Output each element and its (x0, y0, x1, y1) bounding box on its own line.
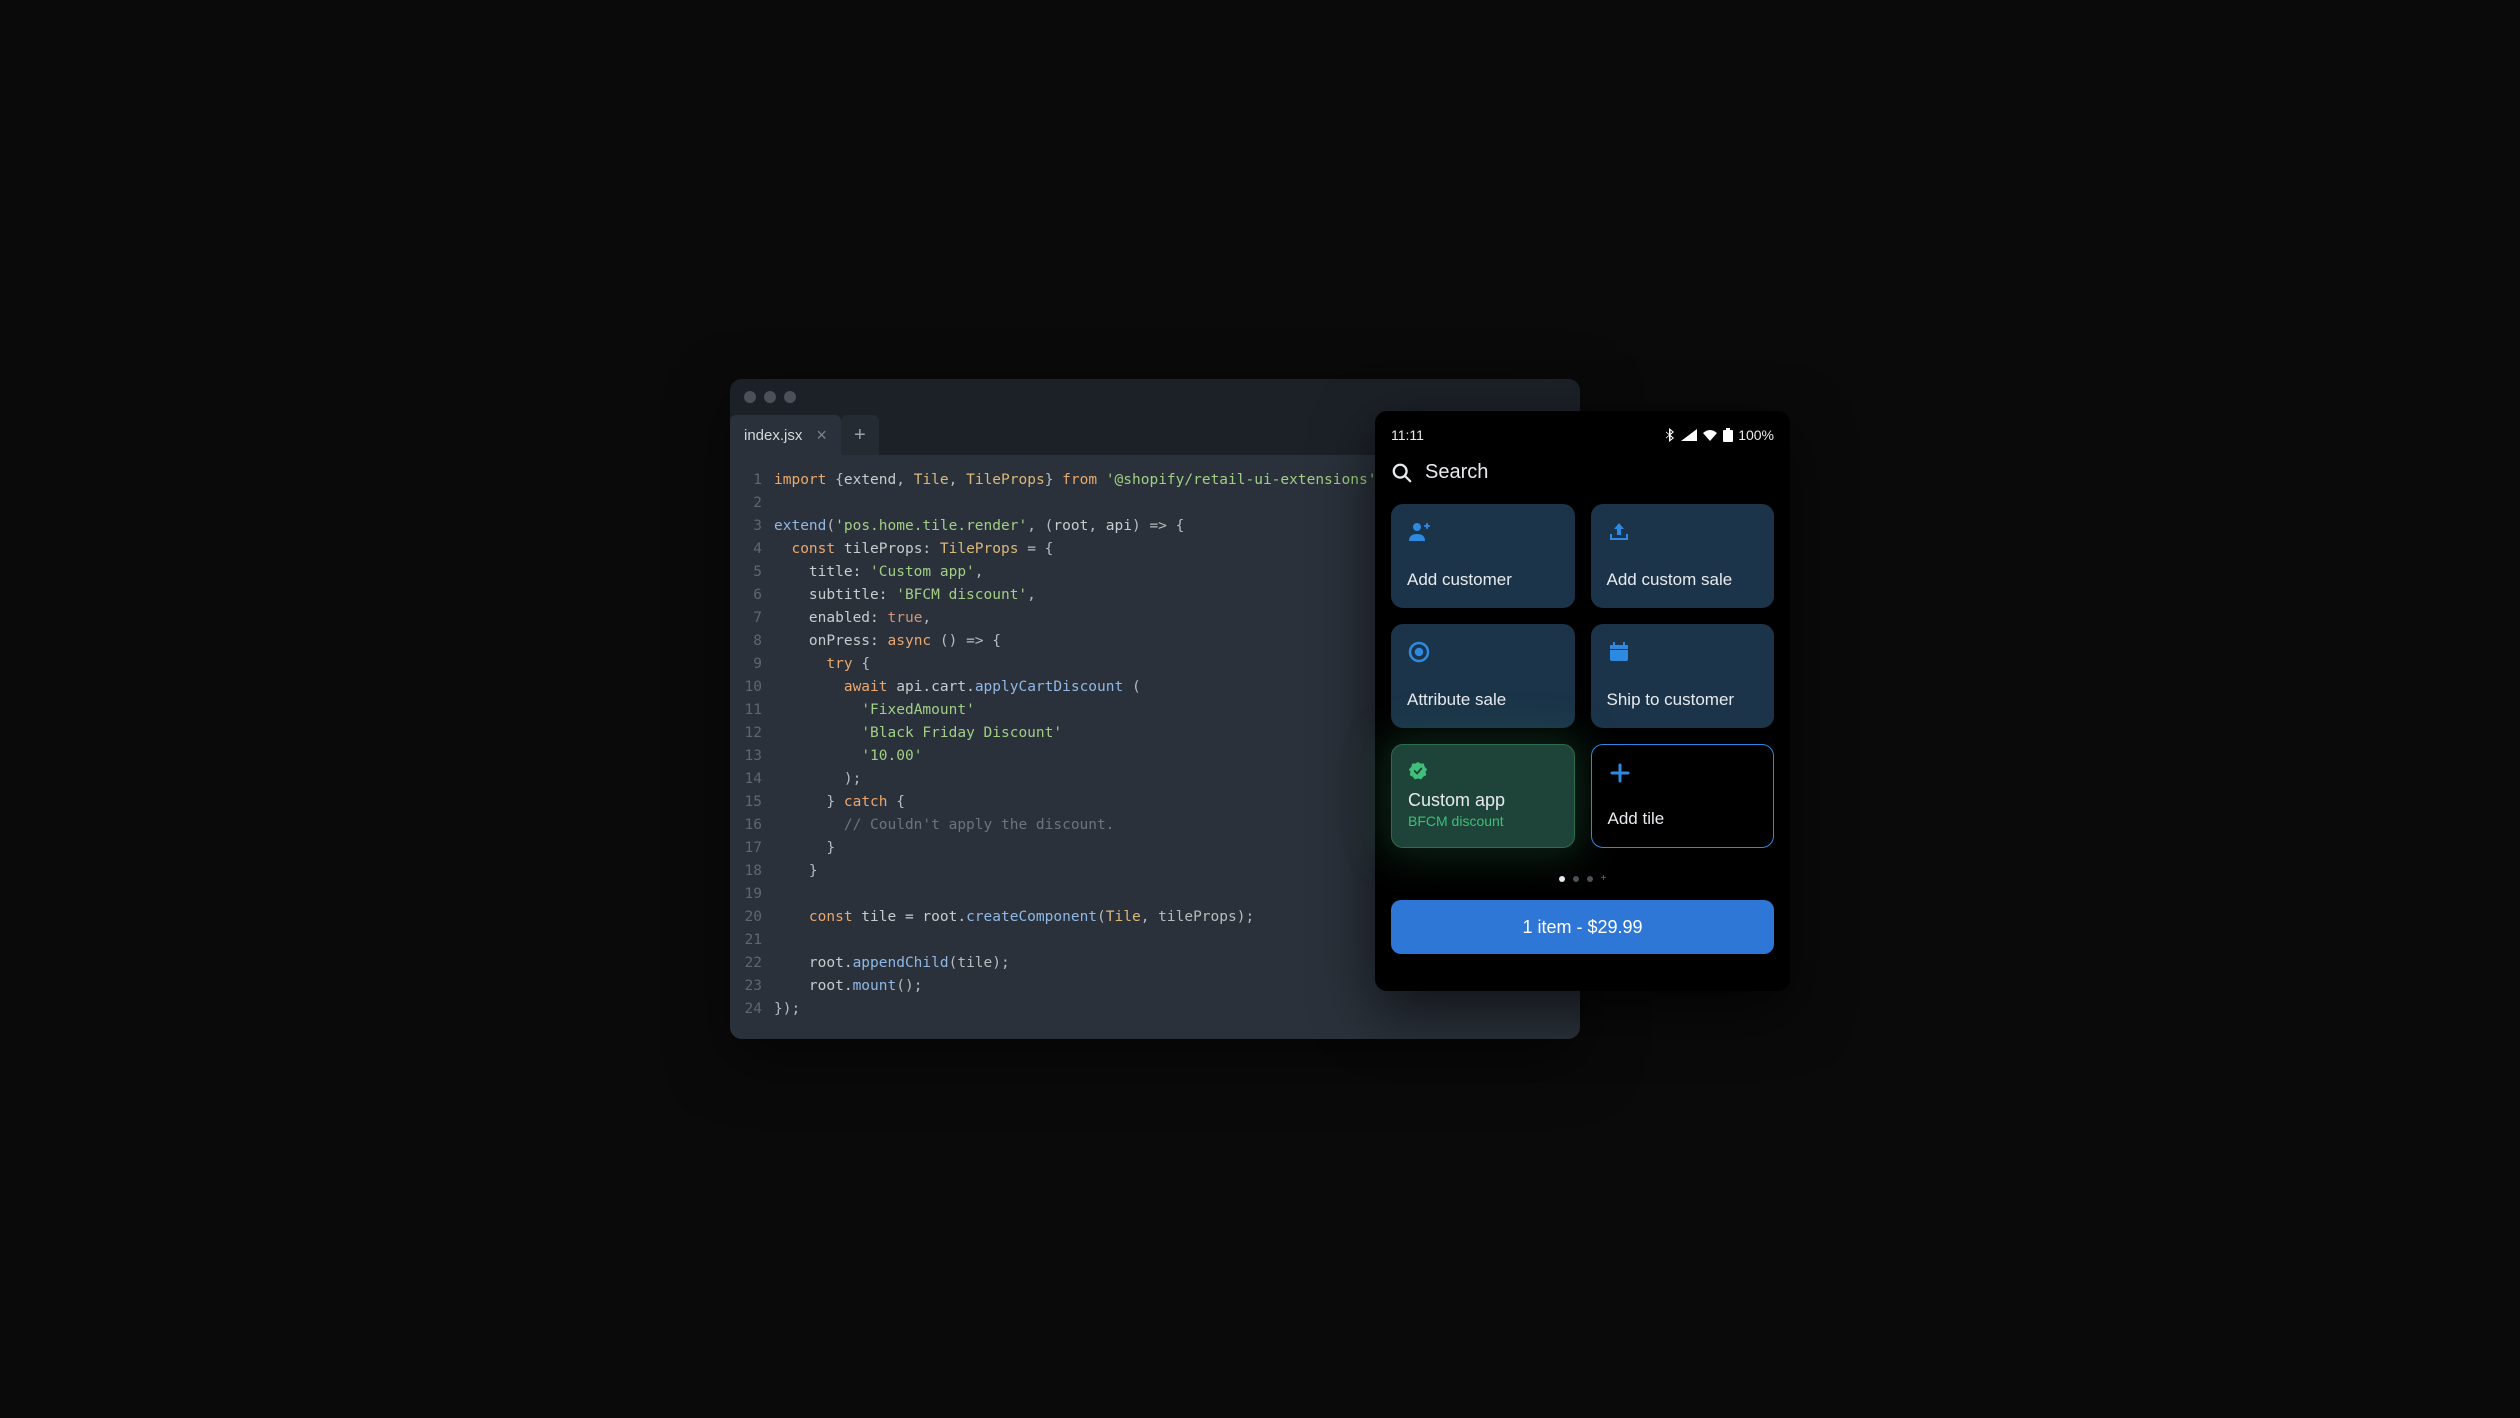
verified-badge-icon (1408, 761, 1428, 781)
phone-mockup: 11:11 100% Search Add customer Add custo… (1375, 411, 1790, 991)
page-indicator: + (1391, 876, 1774, 882)
checkout-label: 1 item - $29.99 (1522, 917, 1642, 938)
page-dot[interactable] (1587, 876, 1593, 882)
line-number-gutter: 123456789101112131415161718192021222324 (730, 469, 774, 1025)
bluetooth-icon (1666, 428, 1676, 442)
upload-icon (1607, 520, 1631, 544)
tile-title: Add custom sale (1607, 570, 1759, 590)
tile-title: Attribute sale (1407, 690, 1559, 710)
status-bar: 11:11 100% (1391, 427, 1774, 443)
status-time: 11:11 (1391, 427, 1424, 443)
traffic-light-minimize[interactable] (764, 391, 776, 403)
tab-label: index.jsx (744, 427, 802, 444)
search-bar[interactable]: Search (1391, 461, 1774, 484)
wifi-icon (1702, 429, 1718, 441)
signal-icon (1681, 429, 1697, 441)
tile-title: Add customer (1407, 570, 1559, 590)
page-dot-active[interactable] (1559, 876, 1565, 882)
tile-title: Ship to customer (1607, 690, 1759, 710)
battery-icon (1723, 428, 1733, 442)
person-icon (1407, 520, 1431, 544)
search-label: Search (1425, 461, 1488, 484)
tile-add-custom-sale[interactable]: Add custom sale (1591, 504, 1775, 608)
tile-subtitle: BFCM discount (1408, 813, 1558, 829)
plus-icon (1608, 761, 1632, 785)
status-icons: 100% (1666, 427, 1774, 443)
page-dot[interactable] (1573, 876, 1579, 882)
tile-attribute-sale[interactable]: Attribute sale (1391, 624, 1575, 728)
close-icon[interactable]: × (816, 426, 827, 444)
tab-index-jsx[interactable]: index.jsx × (730, 415, 841, 455)
tile-title: Add tile (1608, 809, 1758, 829)
tile-title: Custom app (1408, 790, 1558, 811)
checkout-button[interactable]: 1 item - $29.99 (1391, 900, 1774, 954)
target-icon (1407, 640, 1431, 664)
search-icon (1391, 462, 1413, 484)
page-dot-add[interactable]: + (1601, 876, 1607, 882)
traffic-light-zoom[interactable] (784, 391, 796, 403)
tile-add-tile[interactable]: Add tile (1591, 744, 1775, 848)
tile-add-customer[interactable]: Add customer (1391, 504, 1575, 608)
tile-custom-app[interactable]: Custom app BFCM discount (1391, 744, 1575, 848)
tile-ship-to-customer[interactable]: Ship to customer (1591, 624, 1775, 728)
calendar-icon (1607, 640, 1631, 664)
traffic-light-close[interactable] (744, 391, 756, 403)
titlebar (730, 379, 1580, 415)
tile-grid: Add customer Add custom sale Attribute s… (1391, 504, 1774, 848)
new-tab-button[interactable]: + (841, 415, 879, 455)
battery-percent: 100% (1738, 427, 1774, 443)
